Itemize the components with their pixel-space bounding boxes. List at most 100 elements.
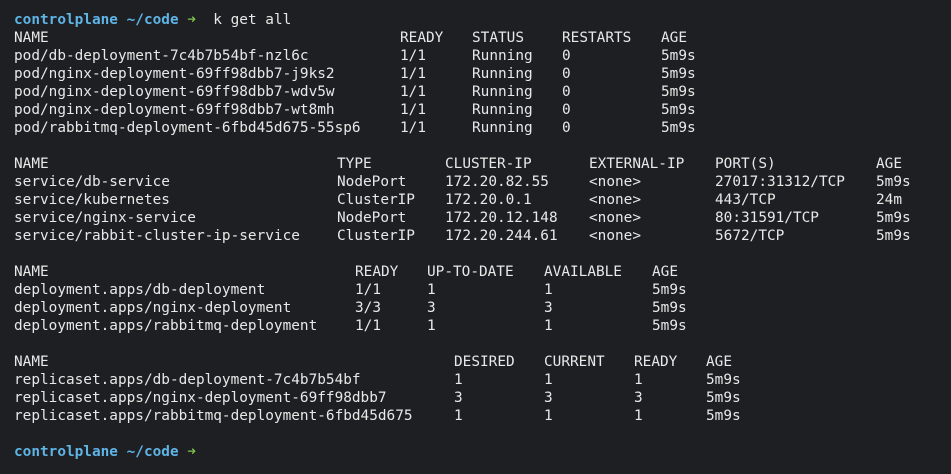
pods-header-cell: RESTARTS	[562, 30, 632, 46]
services-header-cell: EXTERNAL-IP	[589, 156, 685, 172]
services-cell: 5m9s	[876, 228, 911, 244]
pods-cell: 1/1	[400, 120, 426, 136]
services-cell: 172.20.82.55	[445, 174, 549, 190]
replicasets-header-cell: DESIRED	[454, 354, 515, 370]
pods-header-cell: NAME	[14, 30, 49, 46]
pods-header-cell: READY	[400, 30, 444, 46]
services-header-cell: NAME	[14, 156, 49, 172]
pods-cell: Running	[472, 102, 533, 118]
services-cell: ClusterIP	[337, 228, 415, 244]
deployments-cell: 1/1	[355, 318, 381, 334]
services-cell: ClusterIP	[337, 192, 415, 208]
replicasets-header-cell: NAME	[14, 354, 49, 370]
deployments-cell: 5m9s	[652, 282, 687, 298]
replicasets-header-row: NAME DESIRED CURRENT READY AGE	[14, 353, 951, 371]
deployments-cell: 3	[544, 300, 553, 316]
replicasets-cell: 1	[634, 408, 643, 424]
services-cell: service/nginx-service	[14, 210, 196, 226]
replicasets-cell: 1	[454, 408, 463, 424]
prompt-directory: ~/code	[126, 444, 179, 460]
deployments-cell: 1	[427, 282, 436, 298]
prompt-arrow-icon: ➜	[187, 12, 196, 28]
pods-cell: 0	[562, 66, 571, 82]
pods-cell: 1/1	[400, 84, 426, 100]
replicasets-cell: replicaset.apps/db-deployment-7c4b7b54bf	[14, 372, 361, 388]
deployments-cell: deployment.apps/rabbitmq-deployment	[14, 318, 318, 334]
deployments-cell: 5m9s	[652, 318, 687, 334]
services-cell: 5672/TCP	[715, 228, 785, 244]
pods-cell: 5m9s	[661, 120, 696, 136]
pods-cell: Running	[472, 84, 533, 100]
services-cell: <none>	[589, 174, 641, 190]
replicasets-cell: 3	[454, 390, 463, 406]
deployments-header-cell: UP-TO-DATE	[427, 264, 514, 280]
pods-cell: 0	[562, 102, 571, 118]
pods-cell: 5m9s	[661, 84, 696, 100]
replicasets-cell: 1	[454, 372, 463, 388]
services-cell: service/db-service	[14, 174, 170, 190]
services-header-cell: CLUSTER-IP	[445, 156, 532, 172]
pods-row: pod/nginx-deployment-69ff98dbb7-wt8mh 1/1…	[14, 101, 951, 119]
deployments-cell: 5m9s	[652, 300, 687, 316]
prompt-host: controlplane	[14, 12, 118, 28]
services-cell: NodePort	[337, 174, 407, 190]
pods-row: pod/nginx-deployment-69ff98dbb7-wdv5w 1/1…	[14, 83, 951, 101]
services-cell: <none>	[589, 192, 641, 208]
deployments-row: deployment.apps/rabbitmq-deployment 1/1 1 1…	[14, 317, 951, 335]
pods-row: pod/rabbitmq-deployment-6fbd45d675-55sp6…	[14, 119, 951, 137]
replicasets-header-cell: CURRENT	[544, 354, 605, 370]
pods-cell: Running	[472, 66, 533, 82]
pods-cell: Running	[472, 48, 533, 64]
deployments-cell: 1	[544, 318, 553, 334]
services-cell: service/rabbit-cluster-ip-service	[14, 228, 300, 244]
replicasets-cell: 3	[544, 390, 553, 406]
replicasets-cell: 5m9s	[706, 390, 741, 406]
pods-cell: pod/nginx-deployment-69ff98dbb7-wdv5w	[14, 84, 335, 100]
services-cell: 27017:31312/TCP	[715, 174, 845, 190]
services-row: service/kubernetes ClusterIP 172.20.0.1 <no…	[14, 191, 951, 209]
replicasets-header-cell: AGE	[706, 354, 732, 370]
services-row: service/rabbit-cluster-ip-service Cluster…	[14, 227, 951, 245]
pods-cell: 1/1	[400, 66, 426, 82]
pods-row: pod/nginx-deployment-69ff98dbb7-j9ks2 1/1…	[14, 65, 951, 83]
services-cell: 24m	[876, 192, 902, 208]
replicasets-cell: 1	[634, 372, 643, 388]
pods-row: pod/db-deployment-7c4b7b54bf-nzl6c 1/1 Run…	[14, 47, 951, 65]
terminal-window[interactable]: controlplane ~/code ➜ k get all NAME READ…	[0, 0, 951, 474]
deployments-header-cell: READY	[355, 264, 399, 280]
replicasets-cell: 5m9s	[706, 372, 741, 388]
pods-header-row: NAME READY STATUS RESTARTS AGE	[14, 29, 951, 47]
pods-cell: 0	[562, 48, 571, 64]
replicasets-row: replicaset.apps/nginx-deployment-69ff98d…	[14, 389, 951, 407]
pods-cell: pod/rabbitmq-deployment-6fbd45d675-55sp6	[14, 120, 361, 136]
deployments-header-cell: NAME	[14, 264, 49, 280]
prompt-arrow-icon: ➜	[187, 444, 196, 460]
replicasets-table: NAME DESIRED CURRENT READY AGE replicaset.app…	[14, 353, 951, 425]
replicasets-row: replicaset.apps/rabbitmq-deployment-6fbd…	[14, 407, 951, 425]
replicasets-header-cell: READY	[634, 354, 678, 370]
pods-table: NAME READY STATUS RESTARTS AGE pod/db-deploym…	[14, 29, 951, 137]
deployments-cell: 1	[427, 318, 436, 334]
services-cell: NodePort	[337, 210, 407, 226]
deployments-header-cell: AVAILABLE	[544, 264, 622, 280]
deployments-cell: deployment.apps/nginx-deployment	[14, 300, 292, 316]
pods-cell: 0	[562, 120, 571, 136]
prompt-line-empty[interactable]: controlplane ~/code ➜	[14, 443, 951, 461]
services-cell: service/kubernetes	[14, 192, 170, 208]
deployments-cell: 1	[544, 282, 553, 298]
prompt-host: controlplane	[14, 444, 118, 460]
deployments-header-cell: AGE	[652, 264, 678, 280]
pods-cell: 1/1	[400, 102, 426, 118]
replicasets-cell: replicaset.apps/nginx-deployment-69ff98d…	[14, 390, 387, 406]
pods-header-cell: STATUS	[472, 30, 524, 46]
services-cell: 5m9s	[876, 210, 911, 226]
pods-cell: Running	[472, 120, 533, 136]
replicasets-cell: 1	[544, 372, 553, 388]
replicasets-cell: replicaset.apps/rabbitmq-deployment-6fbd…	[14, 408, 413, 424]
replicasets-cell: 1	[544, 408, 553, 424]
deployments-table: NAME READY UP-TO-DATE AVAILABLE AGE deploymen…	[14, 263, 951, 335]
deployments-row: deployment.apps/nginx-deployment 3/3 3 3 5m9…	[14, 299, 951, 317]
